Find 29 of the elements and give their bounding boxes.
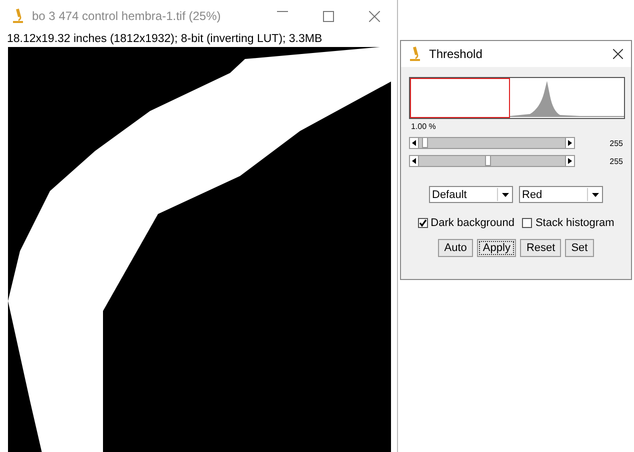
right-arrow-icon[interactable] <box>568 158 572 164</box>
dialog-title: Threshold <box>429 47 484 61</box>
image-info: 18.12x19.32 inches (1812x1932); 8-bit (inverting LUT); 3.3MB <box>6 32 324 46</box>
caret-icon[interactable] <box>502 192 508 196</box>
checkbox[interactable] <box>522 218 532 228</box>
dialog-button[interactable]: Auto <box>438 239 473 257</box>
slider-thumb[interactable] <box>422 137 428 148</box>
dropdown[interactable]: Red <box>519 186 603 203</box>
percent-label: 1.00 % <box>411 122 437 132</box>
caret-icon[interactable] <box>592 192 598 196</box>
dialog-button[interactable]: Apply <box>476 239 516 257</box>
dropdown[interactable]: Default <box>429 186 513 203</box>
minimize-icon[interactable] <box>276 10 288 12</box>
checkbox-label: Dark background <box>430 217 514 229</box>
dialog-button[interactable]: Reset <box>520 239 562 257</box>
left-arrow-icon[interactable] <box>412 158 416 164</box>
maximize-icon[interactable] <box>322 10 334 22</box>
window-title: bo 3 474 control hembra-1.tif (25%) <box>32 9 222 23</box>
slider-value: 255 <box>610 138 623 148</box>
slider-value: 255 <box>610 156 623 166</box>
left-arrow-icon[interactable] <box>412 140 416 146</box>
checkbox[interactable] <box>418 218 428 228</box>
dialog-button[interactable]: Set <box>565 239 594 257</box>
close-icon[interactable] <box>613 49 623 59</box>
microscope-icon <box>409 46 421 62</box>
microscope-icon <box>12 8 24 24</box>
right-arrow-icon[interactable] <box>568 140 572 146</box>
slider-thumb[interactable] <box>484 155 491 166</box>
checkbox-label: Stack histogram <box>535 217 614 229</box>
